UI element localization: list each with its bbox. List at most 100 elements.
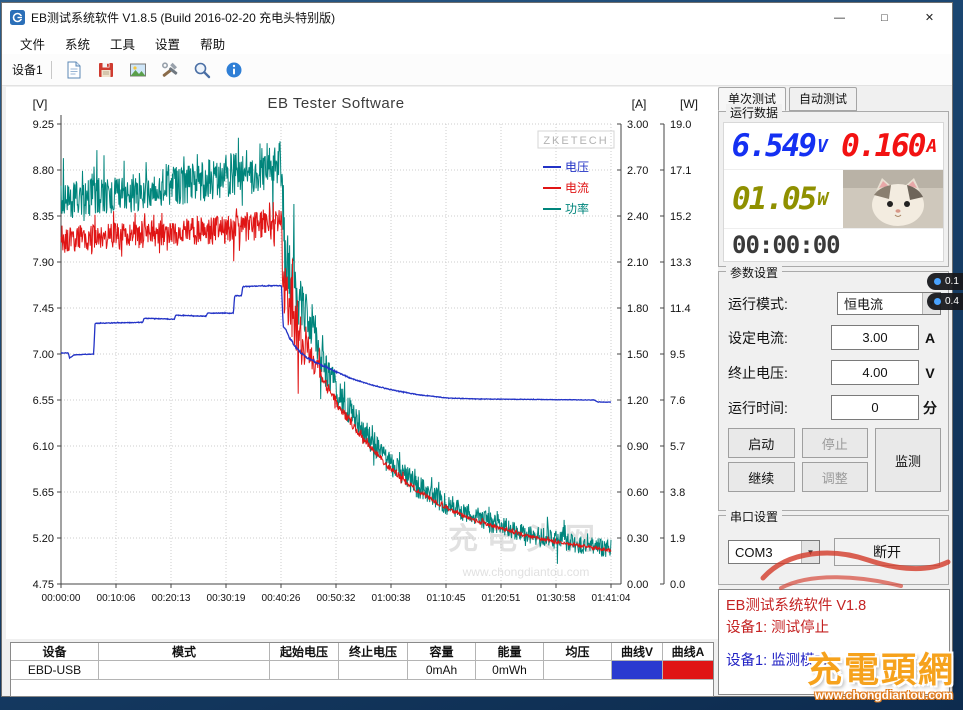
chart-title: EB Tester Software bbox=[267, 95, 405, 112]
toolbar: 设备1 bbox=[2, 54, 952, 86]
cell-avg-voltage bbox=[544, 661, 612, 680]
overlay-pill-1[interactable]: 0.1 bbox=[927, 273, 963, 290]
device-tab[interactable]: 设备1 bbox=[12, 61, 51, 78]
chevron-down-icon[interactable]: ▼ bbox=[801, 541, 819, 563]
set-current-label: 设定电流: bbox=[728, 329, 788, 346]
resume-button[interactable]: 继续 bbox=[728, 462, 795, 492]
stop-button[interactable]: 停止 bbox=[801, 428, 868, 458]
voltage-readout: 6.549 V bbox=[724, 123, 834, 169]
adjust-button[interactable]: 调整 bbox=[801, 462, 868, 492]
svg-text:8.35: 8.35 bbox=[33, 211, 54, 223]
menu-help[interactable]: 帮助 bbox=[190, 32, 235, 55]
svg-text:电压: 电压 bbox=[565, 160, 589, 174]
col-device: 设备 bbox=[11, 643, 99, 661]
col-capacity: 容量 bbox=[408, 643, 476, 661]
run-mode-value: 恒电流 bbox=[844, 297, 884, 312]
titlebar: EB测试系统软件 V1.8.5 (Build 2016-02-20 充电头特别版… bbox=[2, 3, 952, 32]
close-button[interactable]: ✕ bbox=[907, 3, 952, 32]
overlay-pill-2[interactable]: 0.4 bbox=[927, 293, 963, 310]
cutoff-voltage-label: 终止电压: bbox=[728, 364, 788, 381]
run-data-group: 运行数据 6.549 V 0.160 A 01.05 W 00:00:00 bbox=[718, 104, 949, 267]
svg-text:3.00: 3.00 bbox=[627, 119, 648, 131]
app-window: EB测试系统软件 V1.8.5 (Build 2016-02-20 充电头特别版… bbox=[1, 2, 953, 697]
svg-text:6.55: 6.55 bbox=[33, 395, 54, 407]
svg-text:01:20:51: 01:20:51 bbox=[482, 593, 521, 604]
new-file-icon[interactable] bbox=[62, 58, 86, 82]
table-header-row: 设备 模式 起始电压 终止电压 容量 能量 均压 曲线V 曲线A bbox=[11, 643, 713, 661]
col-curve-a: 曲线A bbox=[663, 643, 713, 661]
toolbar-separator bbox=[50, 60, 52, 79]
chart-canvas: 充电头网www.chongdiantou.com9.25 3.00 19.08.80… bbox=[33, 97, 698, 604]
cutoff-voltage-unit: V bbox=[925, 364, 935, 381]
tab-auto-test[interactable]: 自动测试 bbox=[789, 87, 858, 111]
cutoff-voltage-input[interactable] bbox=[831, 360, 919, 385]
image-icon[interactable] bbox=[126, 58, 150, 82]
serial-group: 串口设置 COM3 ▼ 断开 bbox=[718, 508, 949, 585]
col-mode: 模式 bbox=[99, 643, 270, 661]
status-dot-icon bbox=[934, 298, 941, 305]
run-time-unit: 分 bbox=[923, 399, 937, 416]
col-energy: 能量 bbox=[476, 643, 544, 661]
maximize-button[interactable]: □ bbox=[862, 3, 907, 32]
svg-text:6.10: 6.10 bbox=[33, 441, 54, 453]
menu-tools[interactable]: 工具 bbox=[100, 32, 145, 55]
edge-overlay: 0.1 0.4 bbox=[927, 273, 963, 310]
cat-photo bbox=[843, 170, 943, 228]
svg-text:19.0: 19.0 bbox=[670, 119, 691, 131]
run-mode-select[interactable]: 恒电流 ▼ bbox=[837, 292, 941, 315]
svg-text:7.45: 7.45 bbox=[33, 303, 54, 315]
svg-text:00:00:00: 00:00:00 bbox=[42, 593, 81, 604]
com-port-value: COM3 bbox=[735, 544, 773, 560]
svg-text:17.1: 17.1 bbox=[670, 165, 691, 177]
svg-text:7.00: 7.00 bbox=[33, 349, 54, 361]
menubar: 文件 系统 工具 设置 帮助 bbox=[2, 32, 952, 54]
run-time-input[interactable] bbox=[831, 395, 919, 420]
window-title: EB测试系统软件 V1.8.5 (Build 2016-02-20 充电头特别版… bbox=[31, 11, 336, 25]
svg-text:3.8: 3.8 bbox=[670, 487, 685, 499]
save-icon[interactable] bbox=[94, 58, 118, 82]
cell-end-voltage bbox=[339, 661, 408, 680]
tools-icon[interactable] bbox=[158, 58, 182, 82]
svg-text:0.30: 0.30 bbox=[627, 533, 648, 545]
run-data-group-label: 运行数据 bbox=[726, 104, 783, 121]
svg-text:0.0: 0.0 bbox=[670, 579, 685, 591]
svg-text:5.65: 5.65 bbox=[33, 487, 54, 499]
voltage-value: 6.549 bbox=[731, 128, 817, 164]
menu-file[interactable]: 文件 bbox=[10, 32, 55, 55]
start-button[interactable]: 启动 bbox=[728, 428, 795, 458]
disconnect-button[interactable]: 断开 bbox=[834, 538, 940, 566]
status-line: 设备1: 监测模式 bbox=[726, 653, 830, 670]
chart-panel: 充电头网 www.chongdiantou.com 9.25 3.00 19.0 8.80… bbox=[6, 87, 718, 639]
power-unit: W bbox=[817, 188, 828, 210]
table-row[interactable]: EBD-USB 0mAh 0mWh bbox=[11, 661, 713, 680]
svg-text:ZKETECH: ZKETECH bbox=[543, 135, 608, 147]
svg-text:1.20: 1.20 bbox=[627, 395, 648, 407]
cell-device: EBD-USB bbox=[11, 661, 99, 680]
status-line: EB测试系统软件 V1.8 bbox=[726, 598, 867, 614]
svg-text:1.9: 1.9 bbox=[670, 533, 685, 545]
monitor-button[interactable]: 监测 bbox=[875, 428, 941, 492]
svg-text:15.2: 15.2 bbox=[670, 211, 691, 223]
current-unit: A bbox=[926, 135, 937, 157]
minimize-button[interactable]: — bbox=[817, 3, 862, 32]
zoom-icon[interactable] bbox=[190, 58, 214, 82]
cell-start-voltage bbox=[270, 661, 339, 680]
svg-text:2.10: 2.10 bbox=[627, 257, 648, 269]
info-icon[interactable] bbox=[222, 58, 246, 82]
menu-settings[interactable]: 设置 bbox=[145, 32, 190, 55]
menu-system[interactable]: 系统 bbox=[55, 32, 100, 55]
svg-text:功率: 功率 bbox=[565, 201, 589, 216]
curve-v-swatch[interactable] bbox=[612, 661, 663, 680]
voltage-unit: V bbox=[816, 135, 828, 157]
svg-text:00:20:13: 00:20:13 bbox=[152, 593, 191, 604]
overlay-value: 0.4 bbox=[945, 296, 959, 307]
svg-text:01:10:45: 01:10:45 bbox=[427, 593, 466, 604]
svg-text:0.90: 0.90 bbox=[627, 441, 648, 453]
com-port-select[interactable]: COM3 ▼ bbox=[728, 540, 820, 564]
set-current-input[interactable] bbox=[831, 325, 919, 350]
svg-text:0.00: 0.00 bbox=[627, 579, 648, 591]
col-avg-voltage: 均压 bbox=[544, 643, 612, 661]
svg-text:5.20: 5.20 bbox=[33, 533, 54, 545]
curve-a-swatch[interactable] bbox=[663, 661, 713, 680]
svg-text:00:10:06: 00:10:06 bbox=[97, 593, 136, 604]
